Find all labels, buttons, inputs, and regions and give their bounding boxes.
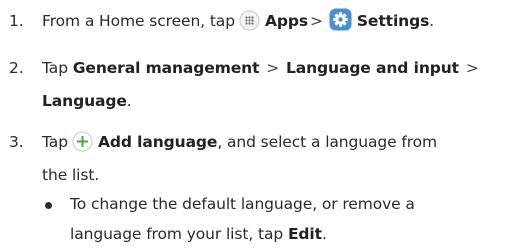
step-number: 2. bbox=[9, 59, 24, 77]
step-3-text-cont: the list. bbox=[42, 166, 100, 184]
bullet-line-1: To change the default language, or remov… bbox=[70, 195, 415, 213]
step-number: 1. bbox=[9, 12, 24, 30]
separator: > bbox=[309, 12, 323, 30]
settings-gear-icon bbox=[329, 8, 352, 43]
separator: > bbox=[266, 59, 280, 77]
instruction-document: 1. From a Home screen, tap Apps > Settings.… bbox=[0, 0, 515, 250]
settings-label: Settings bbox=[356, 12, 430, 30]
period: . bbox=[321, 225, 327, 243]
language-and-input-label: Language and input bbox=[285, 59, 459, 77]
period: . bbox=[126, 92, 132, 110]
add-language-label: Add language bbox=[97, 133, 218, 151]
step-3-text: , and select a language from bbox=[217, 133, 438, 151]
step-text: From a Home screen, tap Apps > Settings. bbox=[42, 5, 512, 38]
step-text: Tap Add language, and select a language f… bbox=[42, 126, 512, 192]
bullet-dot bbox=[45, 202, 52, 209]
tap-text: Tap bbox=[42, 133, 68, 151]
step-1-text: From a Home screen, tap bbox=[42, 12, 235, 30]
step-text: Tap General management > Language and in… bbox=[42, 52, 512, 118]
separator: > bbox=[465, 59, 479, 77]
language-label: Language bbox=[42, 92, 127, 110]
apps-grid-icon bbox=[239, 10, 260, 43]
step-number: 3. bbox=[9, 133, 24, 151]
general-management-label: General management bbox=[72, 59, 260, 77]
edit-label: Edit bbox=[287, 225, 322, 243]
period: . bbox=[429, 12, 435, 30]
apps-label: Apps bbox=[264, 12, 308, 30]
bullet-line-2: language from your list, tap bbox=[70, 225, 284, 243]
bullet-text: To change the default language, or remov… bbox=[70, 189, 415, 249]
tap-text: Tap bbox=[42, 59, 68, 77]
